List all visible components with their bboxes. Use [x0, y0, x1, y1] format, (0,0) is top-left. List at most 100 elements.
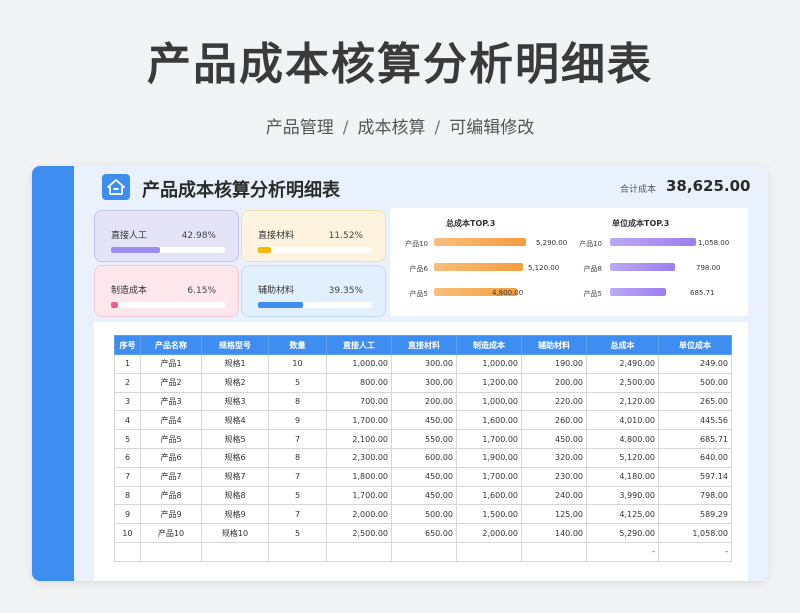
table-cell[interactable]: 3,990.00 [586, 485, 659, 506]
table-cell[interactable]: 1,900.00 [456, 447, 522, 468]
table-cell[interactable]: 320.00 [521, 447, 587, 468]
table-cell[interactable]: 4 [114, 410, 141, 431]
table-cell[interactable]: 5 [114, 429, 141, 449]
table-cell[interactable]: 产品1 [140, 354, 202, 374]
table-cell[interactable]: 5 [268, 523, 327, 543]
table-cell[interactable]: 798.00 [658, 485, 732, 506]
column-header[interactable]: 单位成本 [658, 335, 732, 355]
table-cell[interactable]: 8 [114, 485, 141, 506]
column-header[interactable]: 序号 [114, 335, 141, 355]
table-cell[interactable]: 规格5 [201, 429, 269, 449]
table-cell[interactable]: 800.00 [326, 372, 392, 393]
table-cell[interactable]: 1,600.00 [456, 485, 522, 506]
table-cell[interactable]: 2 [114, 372, 141, 393]
table-cell[interactable]: 685.71 [658, 429, 732, 449]
table-cell[interactable]: 300.00 [391, 354, 457, 374]
table-cell[interactable]: 规格10 [201, 523, 269, 543]
table-cell[interactable] [140, 541, 202, 562]
table-cell[interactable]: 650.00 [391, 523, 457, 543]
column-header[interactable]: 产品名称 [140, 335, 202, 355]
column-header[interactable]: 总成本 [586, 335, 659, 355]
table-cell[interactable]: 2,300.00 [326, 447, 392, 468]
column-header[interactable]: 直接人工 [326, 335, 392, 355]
table-cell[interactable]: 规格7 [201, 466, 269, 487]
table-cell[interactable]: 规格2 [201, 372, 269, 393]
table-cell[interactable]: 产品5 [140, 429, 202, 449]
table-cell[interactable]: 7 [268, 504, 327, 525]
table-cell[interactable]: 300.00 [391, 372, 457, 393]
table-cell[interactable]: 5 [268, 372, 327, 393]
breadcrumb-item[interactable]: 成本核算 [358, 118, 426, 138]
table-cell[interactable]: 445.56 [658, 410, 732, 431]
table-cell[interactable]: 规格8 [201, 485, 269, 506]
table-cell[interactable]: 1,000.00 [456, 391, 522, 412]
table-cell[interactable]: 5,120.00 [586, 447, 659, 468]
table-cell[interactable]: 产品4 [140, 410, 202, 431]
table-cell[interactable]: 200.00 [521, 372, 587, 393]
table-cell[interactable]: 450.00 [521, 429, 587, 449]
table-cell[interactable]: 2,490.00 [586, 354, 659, 374]
table-cell[interactable]: - [586, 541, 659, 562]
table-cell[interactable]: 4,180.00 [586, 466, 659, 487]
table-cell[interactable]: 1,700.00 [456, 466, 522, 487]
table-cell[interactable]: 10 [268, 354, 327, 374]
table-cell[interactable]: 规格3 [201, 391, 269, 412]
table-cell[interactable]: 产品9 [140, 504, 202, 525]
table-cell[interactable]: 1,700.00 [326, 410, 392, 431]
table-cell[interactable]: 589.29 [658, 504, 732, 525]
table-cell[interactable] [391, 541, 457, 562]
table-cell[interactable]: 1,058.00 [658, 523, 732, 543]
table-cell[interactable]: 125.00 [521, 504, 587, 525]
table-cell[interactable]: 规格6 [201, 447, 269, 468]
table-cell[interactable]: 5,290.00 [586, 523, 659, 543]
table-cell[interactable]: 10 [114, 523, 141, 543]
table-cell[interactable]: 190.00 [521, 354, 587, 374]
table-cell[interactable]: 249.00 [658, 354, 732, 374]
table-cell[interactable]: 产品6 [140, 447, 202, 468]
table-cell[interactable] [521, 541, 587, 562]
table-cell[interactable]: 4,125.00 [586, 504, 659, 525]
table-cell[interactable]: 规格1 [201, 354, 269, 374]
table-cell[interactable]: 8 [268, 447, 327, 468]
column-header[interactable]: 辅助材料 [521, 335, 587, 355]
table-cell[interactable]: 4,010.00 [586, 410, 659, 431]
table-cell[interactable]: 260.00 [521, 410, 587, 431]
table-cell[interactable]: 2,000.00 [456, 523, 522, 543]
table-cell[interactable]: 1,700.00 [326, 485, 392, 506]
table-cell[interactable]: 2,500.00 [326, 523, 392, 543]
column-header[interactable]: 规格型号 [201, 335, 269, 355]
table-cell[interactable]: 240.00 [521, 485, 587, 506]
table-cell[interactable]: 7 [268, 466, 327, 487]
table-cell[interactable]: 产品7 [140, 466, 202, 487]
table-cell[interactable]: 140.00 [521, 523, 587, 543]
table-cell[interactable]: 6 [114, 447, 141, 468]
table-cell[interactable]: 450.00 [391, 485, 457, 506]
table-cell[interactable]: 230.00 [521, 466, 587, 487]
table-cell[interactable]: 9 [114, 504, 141, 525]
table-cell[interactable]: 265.00 [658, 391, 732, 412]
table-cell[interactable]: 2,000.00 [326, 504, 392, 525]
table-cell[interactable] [201, 541, 269, 562]
table-cell[interactable]: 7 [114, 466, 141, 487]
table-cell[interactable]: 1,800.00 [326, 466, 392, 487]
table-cell[interactable]: 500.00 [658, 372, 732, 393]
table-cell[interactable]: - [658, 541, 732, 562]
column-header[interactable]: 数量 [268, 335, 327, 355]
table-cell[interactable]: 1,200.00 [456, 372, 522, 393]
table-cell[interactable]: 2,120.00 [586, 391, 659, 412]
table-cell[interactable]: 8 [268, 391, 327, 412]
table-cell[interactable]: 3 [114, 391, 141, 412]
table-cell[interactable]: 4,800.00 [586, 429, 659, 449]
table-cell[interactable]: 200.00 [391, 391, 457, 412]
column-header[interactable]: 直接材料 [391, 335, 457, 355]
table-cell[interactable]: 220.00 [521, 391, 587, 412]
table-cell[interactable]: 1,000.00 [456, 354, 522, 374]
table-cell[interactable]: 450.00 [391, 410, 457, 431]
table-cell[interactable] [268, 541, 327, 562]
table-cell[interactable]: 规格9 [201, 504, 269, 525]
table-cell[interactable]: 550.00 [391, 429, 457, 449]
table-cell[interactable]: 产品8 [140, 485, 202, 506]
table-cell[interactable]: 规格4 [201, 410, 269, 431]
table-cell[interactable]: 1,000.00 [326, 354, 392, 374]
table-cell[interactable]: 1,600.00 [456, 410, 522, 431]
